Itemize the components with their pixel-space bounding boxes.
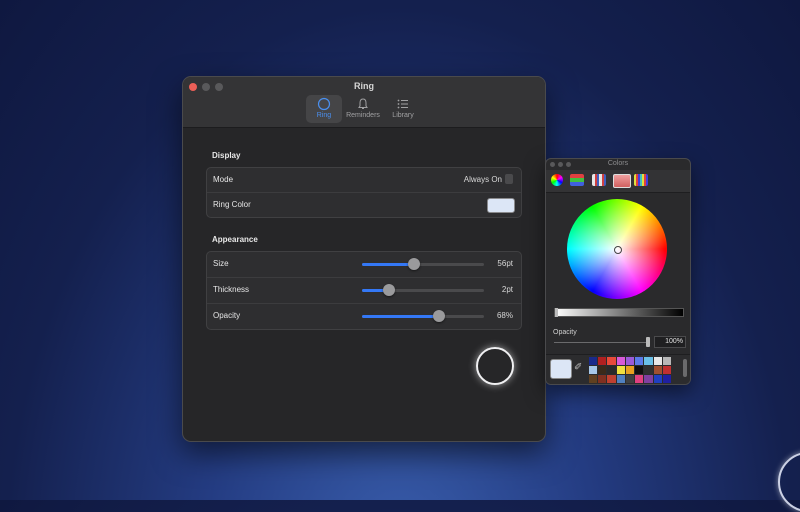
color-swatch[interactable] bbox=[644, 375, 653, 383]
bell-icon bbox=[344, 95, 382, 112]
thickness-label: Thickness bbox=[213, 285, 250, 294]
color-swatch[interactable] bbox=[644, 357, 653, 365]
window-title: Ring bbox=[354, 81, 374, 91]
display-group: Mode Always On Ring Color bbox=[206, 167, 522, 218]
opacity-slider[interactable] bbox=[362, 310, 484, 322]
colors-opacity-field[interactable]: 100% bbox=[654, 336, 686, 348]
tab-label: Reminders bbox=[346, 112, 380, 119]
size-row: Size 56pt bbox=[207, 252, 521, 278]
slider-fill bbox=[362, 315, 439, 318]
list-icon bbox=[386, 95, 420, 112]
colors-title: Colors bbox=[607, 160, 629, 167]
tab-label: Library bbox=[392, 112, 414, 119]
colors-toolbar bbox=[546, 170, 690, 193]
mode-value: Always On bbox=[463, 175, 502, 185]
color-swatch[interactable] bbox=[616, 357, 625, 365]
current-color-swatch[interactable] bbox=[550, 359, 572, 379]
color-swatch[interactable] bbox=[589, 366, 598, 374]
titlebar: Ring Ring Reminders Library bbox=[183, 77, 545, 128]
appearance-group: Size 56pt Thickness 2pt Opacity 68% bbox=[206, 251, 522, 330]
color-swatch[interactable] bbox=[589, 375, 598, 383]
swatch-grid bbox=[589, 357, 671, 383]
color-swatch[interactable] bbox=[653, 375, 662, 383]
color-swatch[interactable] bbox=[589, 357, 598, 365]
colors-titlebar: Colors bbox=[546, 159, 690, 170]
color-swatch[interactable] bbox=[635, 366, 644, 374]
color-swatch[interactable] bbox=[653, 357, 662, 365]
thickness-row: Thickness 2pt bbox=[207, 278, 521, 304]
slider-thumb[interactable] bbox=[646, 337, 650, 347]
ring-settings-window: Ring Ring Reminders Library Display Mode… bbox=[182, 76, 546, 442]
size-value: 56pt bbox=[497, 259, 513, 268]
thickness-slider[interactable] bbox=[362, 284, 484, 296]
colors-bottom-bar: ✐ bbox=[546, 354, 690, 384]
color-swatch[interactable] bbox=[616, 375, 625, 383]
color-swatch[interactable] bbox=[616, 366, 625, 374]
circle-icon bbox=[306, 95, 342, 112]
colors-panel: Colors Opacity 100% ✐ bbox=[545, 158, 691, 385]
color-swatch[interactable] bbox=[635, 357, 644, 365]
ring-preview bbox=[476, 347, 514, 385]
crosshair-icon[interactable] bbox=[614, 246, 622, 254]
tab-ring[interactable]: Ring bbox=[306, 95, 342, 123]
slider-thumb[interactable] bbox=[382, 284, 395, 296]
mode-popup[interactable]: Always On bbox=[463, 174, 513, 185]
slider-thumb[interactable] bbox=[432, 310, 445, 322]
opacity-label: Opacity bbox=[213, 311, 241, 320]
color-swatch[interactable] bbox=[644, 366, 653, 374]
slider-thumb[interactable] bbox=[408, 258, 421, 270]
color-swatch[interactable] bbox=[598, 366, 607, 374]
size-slider[interactable] bbox=[362, 258, 484, 270]
color-swatch[interactable] bbox=[625, 357, 635, 365]
ring-color-label: Ring Color bbox=[213, 200, 251, 209]
color-swatch[interactable] bbox=[607, 357, 616, 365]
mode-label: Mode bbox=[213, 175, 234, 184]
color-swatch[interactable] bbox=[625, 366, 635, 374]
color-swatch[interactable] bbox=[598, 357, 607, 365]
color-swatch[interactable] bbox=[662, 375, 671, 383]
color-swatch[interactable] bbox=[625, 375, 635, 383]
slider-thumb[interactable] bbox=[555, 308, 558, 317]
color-swatch[interactable] bbox=[662, 357, 671, 365]
swatch-scrollbar[interactable] bbox=[683, 359, 687, 377]
eyedropper-icon[interactable]: ✐ bbox=[574, 362, 582, 373]
appearance-section-title: Appearance bbox=[212, 235, 258, 244]
tab-library[interactable]: Library bbox=[386, 95, 420, 123]
opacity-row: Opacity 68% bbox=[207, 304, 521, 329]
color-swatch[interactable] bbox=[662, 366, 671, 374]
color-swatch[interactable] bbox=[653, 366, 662, 374]
display-section-title: Display bbox=[212, 151, 241, 160]
opacity-value: 68% bbox=[496, 311, 513, 320]
chevron-updown-icon bbox=[505, 174, 513, 184]
ring-color-row: Ring Color bbox=[207, 193, 521, 217]
thickness-value: 2pt bbox=[501, 285, 513, 294]
color-wheel[interactable] bbox=[567, 199, 667, 299]
colors-opacity-label: Opacity bbox=[553, 329, 577, 336]
pencils-icon[interactable] bbox=[634, 174, 648, 186]
color-swatch[interactable] bbox=[598, 375, 607, 383]
colors-opacity-slider[interactable] bbox=[554, 342, 646, 343]
desktop-ring-overlay bbox=[778, 452, 800, 512]
color-swatch[interactable] bbox=[607, 375, 616, 383]
color-sliders-icon[interactable] bbox=[570, 174, 584, 186]
slider-fill bbox=[362, 263, 415, 266]
brightness-slider[interactable] bbox=[554, 308, 684, 317]
tab-reminders[interactable]: Reminders bbox=[344, 95, 382, 123]
tab-label: Ring bbox=[316, 112, 332, 119]
color-swatch[interactable] bbox=[635, 375, 644, 383]
color-palettes-icon[interactable] bbox=[592, 174, 606, 186]
mode-row: Mode Always On bbox=[207, 168, 521, 193]
ring-color-well[interactable] bbox=[487, 198, 515, 213]
image-palettes-icon[interactable] bbox=[613, 174, 631, 188]
color-swatch[interactable] bbox=[607, 366, 616, 374]
size-label: Size bbox=[213, 259, 229, 268]
color-wheel-icon[interactable] bbox=[551, 174, 563, 186]
